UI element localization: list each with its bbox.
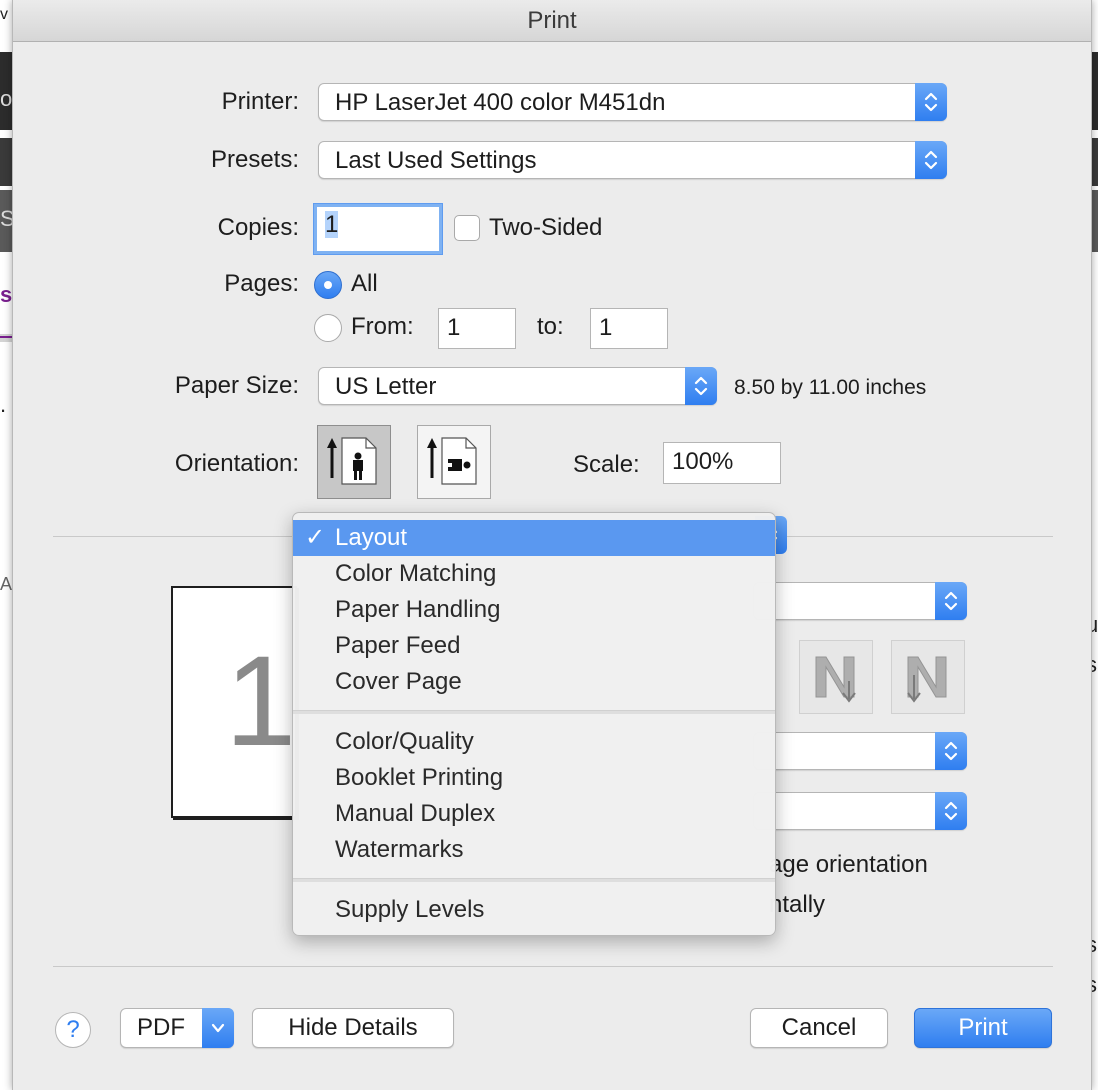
two-sided-select[interactable]	[753, 792, 967, 830]
pages-to-label: to:	[537, 313, 564, 340]
menu-separator	[293, 878, 775, 882]
menu-item-manual-duplex[interactable]: Manual Duplex	[293, 796, 775, 832]
bg-fragment: s	[0, 282, 13, 307]
orientation-label: Orientation:	[174, 450, 299, 477]
presets-label: Presets:	[210, 146, 299, 173]
border-select[interactable]	[753, 732, 967, 770]
pages-from-radio[interactable]	[314, 314, 342, 342]
pdf-menu-button[interactable]: PDF	[120, 1008, 234, 1048]
pages-label: Pages:	[224, 270, 299, 297]
chevron-updown-icon	[935, 582, 967, 620]
chevron-updown-icon	[935, 792, 967, 830]
cancel-button[interactable]: Cancel	[750, 1008, 888, 1048]
two-sided-checkbox[interactable]	[454, 215, 480, 241]
pdf-label: PDF	[137, 1014, 185, 1041]
paper-size-label: Paper Size:	[174, 372, 299, 399]
menu-item-booklet-printing[interactable]: Booklet Printing	[293, 760, 775, 796]
flip-horizontally-label[interactable]: ntally	[769, 891, 825, 919]
layout-direction-n-reverse-icon[interactable]	[799, 640, 873, 714]
print-button[interactable]: Print	[914, 1008, 1052, 1048]
landscape-icon	[427, 437, 477, 485]
menu-item-supply-levels[interactable]: Supply Levels	[293, 892, 775, 928]
hide-details-button[interactable]: Hide Details	[252, 1008, 454, 1048]
chevron-updown-icon	[935, 732, 967, 770]
orientation-portrait-button[interactable]	[317, 425, 391, 499]
help-button[interactable]: ?	[55, 1012, 91, 1048]
bg-fragment: A	[0, 574, 13, 594]
menu-item-layout[interactable]: ✓ Layout	[293, 520, 775, 556]
chevron-updown-icon	[685, 367, 717, 405]
presets-select[interactable]: Last Used Settings	[318, 141, 947, 179]
paper-size-select[interactable]: US Letter	[318, 367, 717, 405]
pages-to-field[interactable]: 1	[590, 308, 668, 349]
printer-value: HP LaserJet 400 color M451dn	[335, 89, 666, 116]
orientation-landscape-button[interactable]	[417, 425, 491, 499]
separator	[53, 966, 1053, 967]
scale-field[interactable]: 100%	[663, 442, 781, 484]
portrait-icon	[327, 437, 377, 485]
menu-item-color-quality[interactable]: Color/Quality	[293, 724, 775, 760]
copies-label: Copies:	[217, 214, 299, 241]
pages-all-radio[interactable]	[314, 271, 342, 299]
chevron-down-icon	[202, 1008, 234, 1048]
paper-size-value: US Letter	[335, 373, 437, 400]
menu-item-paper-feed[interactable]: Paper Feed	[293, 628, 775, 664]
copies-value: 1	[325, 211, 339, 238]
menu-item-watermarks[interactable]: Watermarks	[293, 832, 775, 868]
checkmark-icon: ✓	[305, 524, 326, 551]
print-dialog: Print Printer: HP LaserJet 400 color M45…	[12, 0, 1092, 1090]
menu-item-color-matching[interactable]: Color Matching	[293, 556, 775, 592]
window-title: Print	[13, 0, 1091, 42]
scale-label: Scale:	[573, 451, 640, 478]
printer-label: Printer:	[221, 88, 299, 115]
menu-item-cover-page[interactable]: Cover Page	[293, 664, 775, 700]
section-dropdown-menu: ✓ Layout Color Matching Paper Handling P…	[292, 512, 776, 936]
pages-per-sheet-select[interactable]	[753, 582, 967, 620]
chevron-updown-icon	[915, 141, 947, 179]
copies-field[interactable]: 1	[314, 204, 442, 254]
presets-value: Last Used Settings	[335, 147, 537, 174]
preview-page-number: 1	[225, 630, 297, 773]
pages-from-label: From:	[351, 313, 414, 340]
pages-from-field[interactable]: 1	[438, 308, 516, 349]
printer-select[interactable]: HP LaserJet 400 color M451dn	[318, 83, 947, 121]
layout-direction-n-icon[interactable]	[891, 640, 965, 714]
reverse-page-orientation-label[interactable]: age orientation	[769, 851, 928, 879]
pages-all-label: All	[351, 270, 378, 297]
page-preview: 1	[171, 586, 297, 818]
bg-fragment: .	[0, 392, 7, 417]
menu-separator	[293, 710, 775, 714]
bg-fragment: v	[0, 6, 8, 23]
two-sided-label: Two-Sided	[489, 214, 603, 241]
menu-item-paper-handling[interactable]: Paper Handling	[293, 592, 775, 628]
chevron-updown-icon	[915, 83, 947, 121]
paper-dimensions: 8.50 by 11.00 inches	[734, 376, 927, 399]
